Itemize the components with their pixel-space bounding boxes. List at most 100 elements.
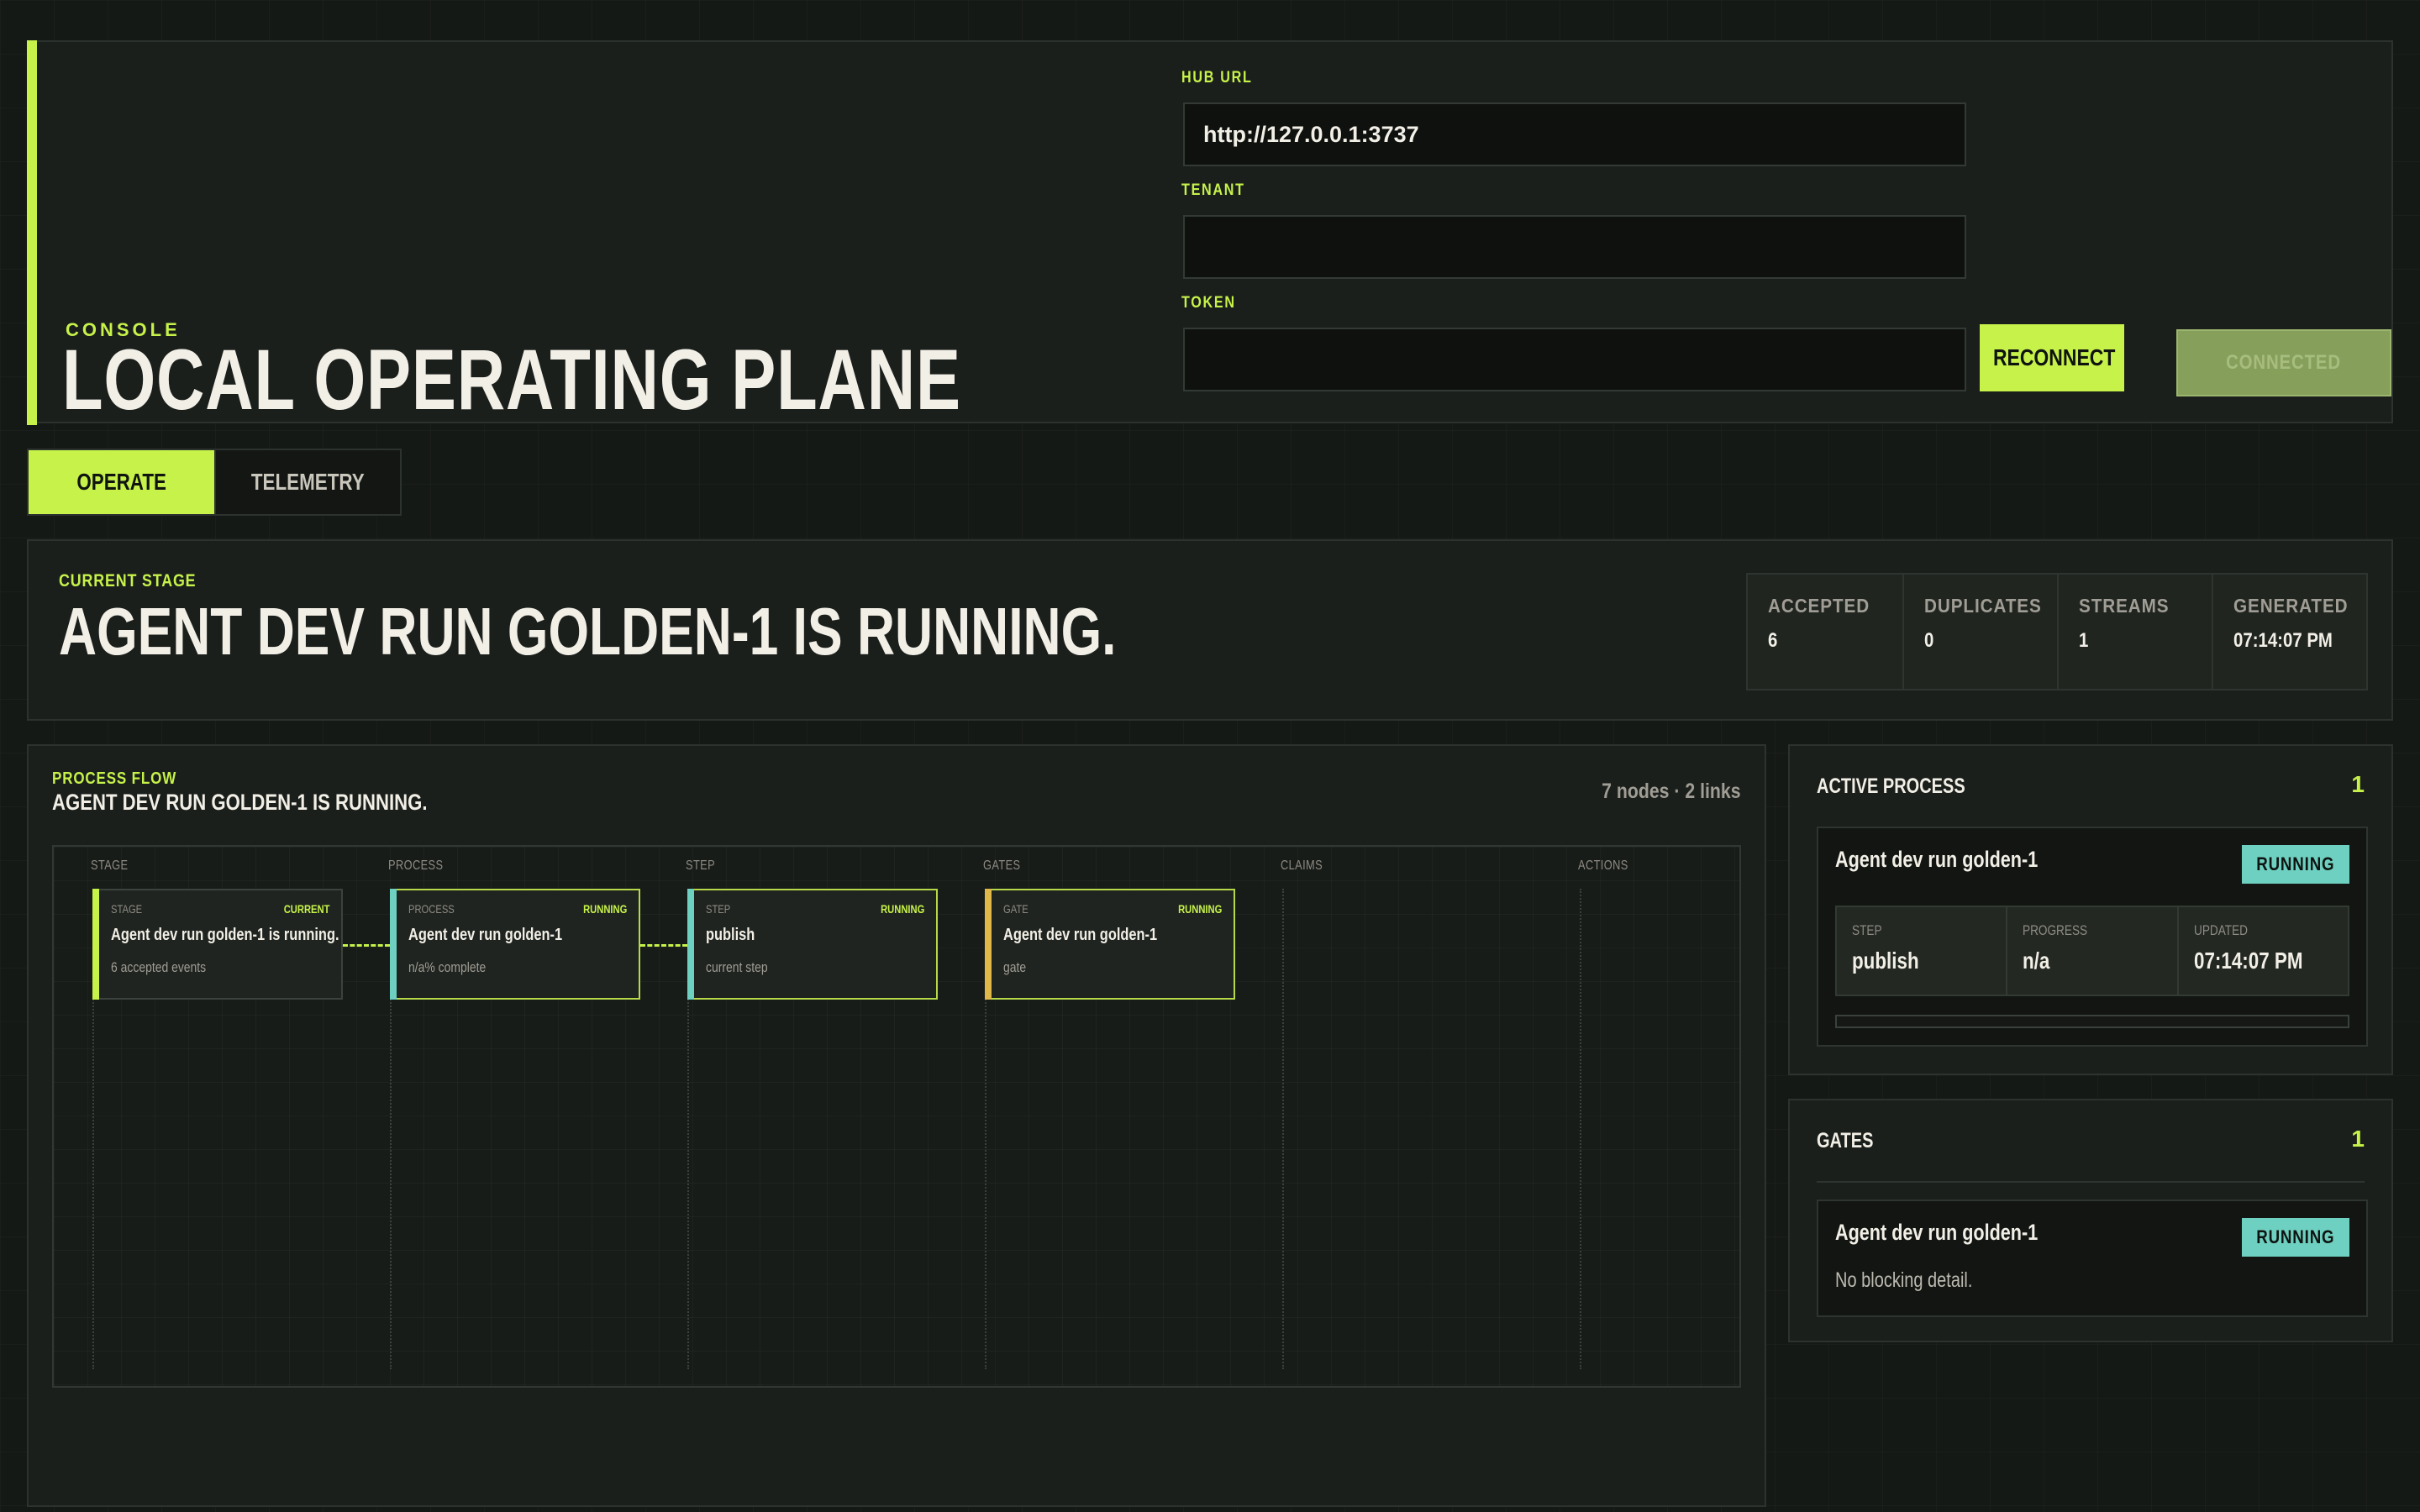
process-flow-eyebrow: PROCESS FLOW [52, 769, 177, 788]
progress-bar [1835, 1015, 2349, 1028]
node-subtitle: n/a% complete [408, 959, 487, 975]
stat-generated: GENERATED 07:14:07 PM [2212, 575, 2366, 689]
header-accent-bar [27, 40, 37, 425]
metric-step: STEP publish [1837, 907, 2007, 995]
stat-value: 0 [1924, 629, 1934, 652]
reconnect-button[interactable]: RECONNECT [1980, 324, 2124, 391]
status-badge: RUNNING [2242, 845, 2349, 884]
node-title: Agent dev run golden-1 [408, 926, 563, 944]
flow-link [343, 944, 390, 947]
hub-url-input[interactable] [1183, 102, 1966, 166]
lane-header-claims: CLAIMS [1281, 858, 1323, 873]
lane-divider [1282, 889, 1284, 1369]
stats-strip: ACCEPTED 6 DUPLICATES 0 STREAMS 1 GENERA… [1746, 573, 2368, 690]
lane-divider [1580, 889, 1581, 1369]
node-accent-bar [92, 889, 99, 1000]
process-flow-title: AGENT DEV RUN GOLDEN-1 IS RUNNING. [52, 790, 428, 815]
stat-value: 1 [2079, 629, 2089, 652]
metric-updated: UPDATED 07:14:07 PM [2176, 907, 2348, 995]
node-subtitle: current step [706, 959, 768, 975]
flow-summary: 7 nodes · 2 links [1602, 780, 1741, 803]
connected-button: CONNECTED [2176, 329, 2391, 396]
token-label: TOKEN [1181, 294, 1236, 312]
metric-label: PROGRESS [2023, 922, 2088, 938]
lane-header-gates: GATES [983, 858, 1021, 873]
lane-header-process: PROCESS [388, 858, 444, 873]
node-kind: STAGE [111, 902, 143, 916]
node-status: RUNNING [1177, 902, 1222, 916]
metric-label: UPDATED [2193, 922, 2248, 938]
flow-node-step[interactable]: STEP RUNNING publish current step [687, 889, 938, 1000]
gate-card-title: Agent dev run golden-1 [1835, 1220, 2039, 1245]
gates-title: GATES [1817, 1129, 1874, 1152]
metric-progress: PROGRESS n/a [2006, 907, 2177, 995]
stat-value: 6 [1768, 629, 1778, 652]
reconnect-button-label: RECONNECT [1992, 344, 2116, 370]
stat-label: STREAMS [2079, 595, 2170, 617]
status-badge: RUNNING [2242, 1218, 2349, 1257]
process-metrics: STEP publish PROGRESS n/a UPDATED 07:14:… [1835, 906, 2349, 996]
gate-detail: No blocking detail. [1835, 1268, 1973, 1292]
node-subtitle: 6 accepted events [111, 959, 207, 975]
console-header: CONSOLE LOCAL OPERATING PLANE HUB URL TE… [27, 40, 2393, 428]
node-accent-bar [390, 889, 397, 1000]
tab-operate[interactable]: OPERATE [29, 450, 214, 514]
node-subtitle: gate [1003, 959, 1027, 975]
node-accent-bar [687, 889, 694, 1000]
stat-label: GENERATED [2233, 595, 2349, 617]
lane-header-step: STEP [686, 858, 716, 873]
active-process-count: 1 [2351, 771, 2365, 797]
tab-telemetry[interactable]: TELEMETRY [214, 450, 400, 514]
node-title: publish [706, 926, 755, 944]
metric-value: n/a [2023, 948, 2050, 974]
flow-node-process[interactable]: PROCESS RUNNING Agent dev run golden-1 n… [390, 889, 640, 1000]
gates-panel: GATES 1 Agent dev run golden-1 RUNNING N… [1788, 1099, 2393, 1342]
node-kind: GATE [1003, 902, 1028, 916]
token-input[interactable] [1183, 328, 1966, 391]
node-accent-bar [985, 889, 992, 1000]
node-status: RUNNING [880, 902, 924, 916]
metric-label: STEP [1852, 922, 1882, 938]
stat-duplicates: DUPLICATES 0 [1902, 575, 2057, 689]
gates-count: 1 [2351, 1126, 2365, 1152]
flow-node-gate[interactable]: GATE RUNNING Agent dev run golden-1 gate [985, 889, 1235, 1000]
process-flow-panel: PROCESS FLOW AGENT DEV RUN GOLDEN-1 IS R… [27, 744, 1766, 1507]
process-card-title: Agent dev run golden-1 [1835, 847, 2039, 872]
flow-canvas[interactable]: STAGE PROCESS STEP GATES CLAIMS ACTIONS … [52, 845, 1741, 1388]
tab-telemetry-label: TELEMETRY [251, 469, 365, 495]
metric-value: 07:14:07 PM [2193, 948, 2303, 974]
flow-link [640, 944, 687, 947]
gate-card[interactable]: Agent dev run golden-1 RUNNING No blocki… [1817, 1200, 2368, 1317]
node-kind: STEP [706, 902, 731, 916]
stat-accepted: ACCEPTED 6 [1748, 575, 1902, 689]
tab-operate-label: OPERATE [76, 469, 166, 495]
node-kind: PROCESS [408, 902, 455, 916]
node-status: RUNNING [582, 902, 627, 916]
process-card[interactable]: Agent dev run golden-1 RUNNING STEP publ… [1817, 827, 2368, 1047]
lane-header-actions: ACTIONS [1578, 858, 1628, 873]
metric-value: publish [1852, 948, 1919, 974]
status-badge-label: RUNNING [2256, 853, 2335, 874]
node-status: CURRENT [283, 902, 329, 916]
connected-button-label: CONNECTED [2226, 351, 2342, 374]
flow-node-stage[interactable]: STAGE CURRENT Agent dev run golden-1 is … [92, 889, 343, 1000]
active-process-panel: ACTIVE PROCESS 1 Agent dev run golden-1 … [1788, 744, 2393, 1075]
page-title: LOCAL OPERATING PLANE [62, 332, 961, 428]
node-title: Agent dev run golden-1 is running. [111, 926, 339, 944]
status-badge-label: RUNNING [2256, 1226, 2335, 1247]
stat-label: DUPLICATES [1924, 595, 2042, 617]
stat-label: ACCEPTED [1768, 595, 1870, 617]
tenant-input[interactable] [1183, 215, 1966, 279]
active-process-title: ACTIVE PROCESS [1817, 774, 1965, 798]
lane-header-stage: STAGE [91, 858, 129, 873]
stat-value: 07:14:07 PM [2233, 629, 2333, 652]
current-stage-eyebrow: CURRENT STAGE [59, 571, 197, 591]
hub-url-label: HUB URL [1181, 69, 1253, 87]
divider [1817, 1181, 2365, 1183]
current-stage-title: AGENT DEV RUN GOLDEN-1 IS RUNNING. [59, 594, 1117, 669]
node-title: Agent dev run golden-1 [1003, 926, 1158, 944]
stat-streams: STREAMS 1 [2057, 575, 2212, 689]
view-tabs: OPERATE TELEMETRY [27, 449, 402, 516]
current-stage-panel: CURRENT STAGE AGENT DEV RUN GOLDEN-1 IS … [27, 539, 2393, 721]
tenant-label: TENANT [1181, 181, 1245, 199]
